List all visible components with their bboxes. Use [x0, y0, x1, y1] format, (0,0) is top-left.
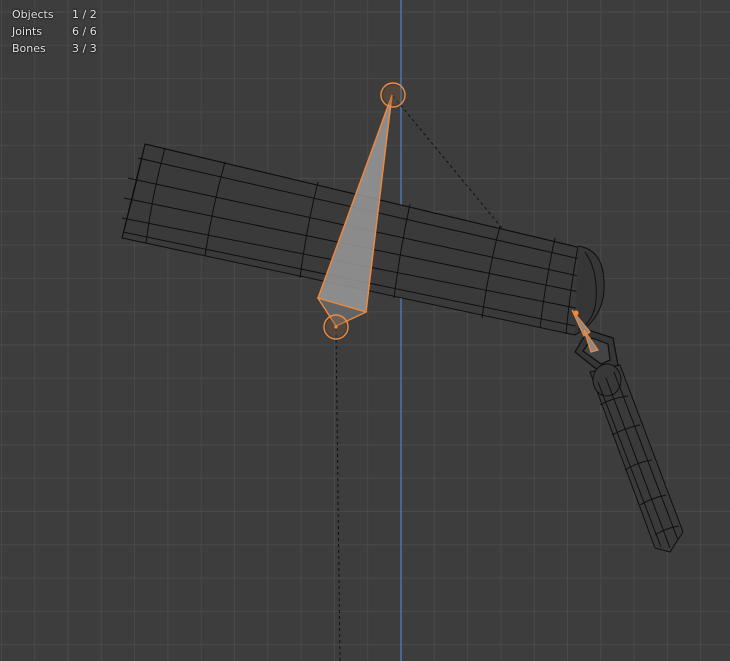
stat-bones: Bones 3 / 3: [12, 40, 97, 57]
stat-joints: Joints 6 / 6: [12, 23, 97, 40]
stat-label: Joints: [12, 25, 43, 38]
3d-viewport[interactable]: Objects 1 / 2 Joints 6 / 6 Bones 3 / 3: [0, 0, 730, 661]
second-cylinder-mesh[interactable]: [589, 363, 684, 553]
bone-head-fill: [383, 85, 403, 105]
viewport-statistics: Objects 1 / 2 Joints 6 / 6 Bones 3 / 3: [12, 6, 97, 57]
floor-grid: [0, 0, 730, 661]
stat-label: Bones: [12, 42, 46, 55]
stat-objects: Objects 1 / 2: [12, 6, 97, 23]
stat-value: 1 / 2: [72, 8, 97, 21]
stat-label: Objects: [12, 8, 54, 21]
stat-value: 3 / 3: [72, 42, 97, 55]
viewport-scene[interactable]: [0, 0, 730, 661]
bone-tail-dot: [334, 325, 338, 329]
stat-value: 6 / 6: [72, 25, 97, 38]
small-joint-icon: [573, 310, 579, 316]
